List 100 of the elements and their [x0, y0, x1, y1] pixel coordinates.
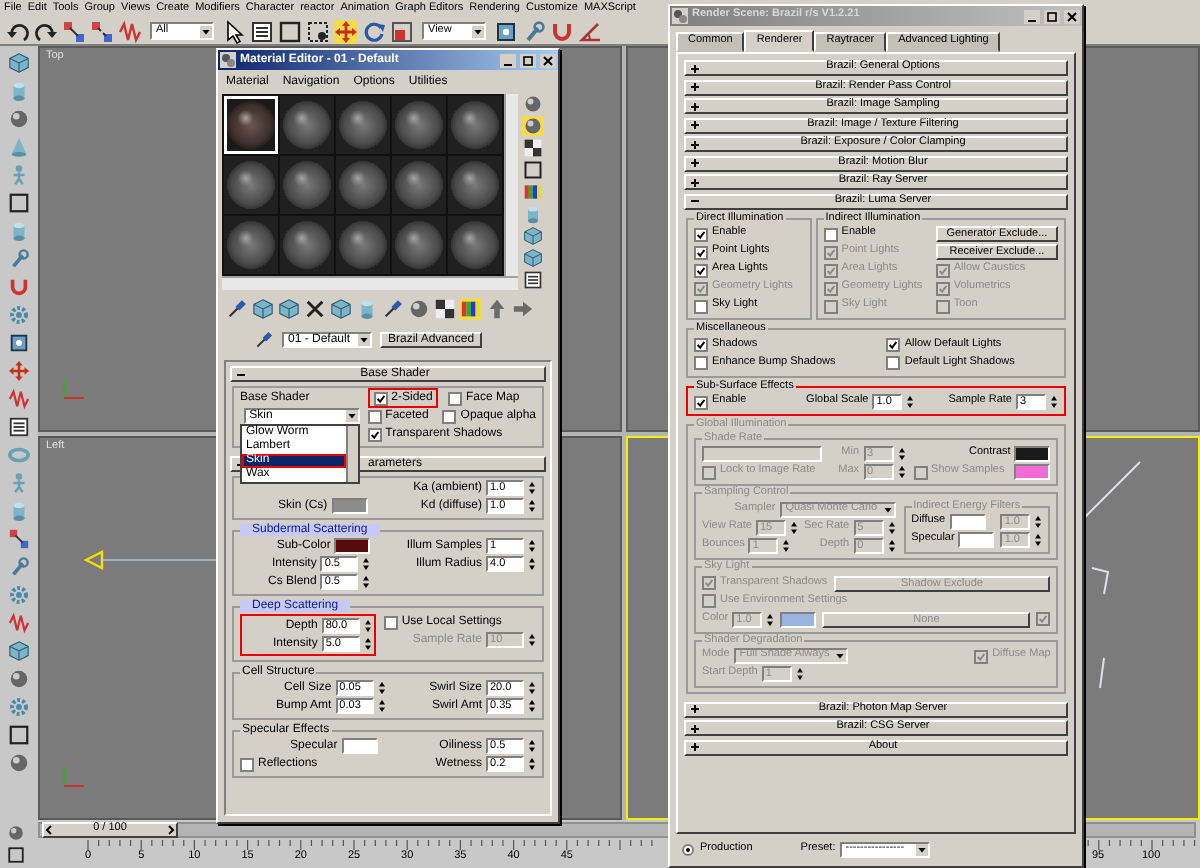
magnet-icon[interactable] [8, 276, 30, 298]
minimize-button[interactable] [1024, 9, 1040, 23]
spinner-arrows-icon[interactable] [1049, 394, 1058, 410]
cube-icon[interactable] [252, 298, 274, 320]
redo-icon[interactable] [34, 19, 58, 43]
caret-icon[interactable] [915, 844, 928, 856]
chevron-left-icon[interactable] [44, 824, 54, 836]
undo-icon[interactable] [6, 19, 30, 43]
spinner-arrows-icon[interactable] [528, 680, 536, 696]
color-bars-icon[interactable] [460, 298, 482, 320]
spinner-arrows-icon[interactable] [528, 738, 537, 754]
rectangle-icon[interactable] [8, 724, 30, 746]
spinner-arrows-icon[interactable] [528, 480, 536, 496]
cube-icon[interactable] [8, 640, 30, 662]
rectangle-icon[interactable] [6, 846, 26, 864]
squares-icon[interactable] [390, 19, 414, 43]
rectangle-icon[interactable] [278, 19, 302, 43]
rectangle-icon[interactable] [8, 192, 30, 214]
cross-icon[interactable] [304, 298, 326, 320]
dot-square-icon[interactable] [494, 19, 518, 43]
spinner-arrows-icon[interactable] [528, 756, 537, 772]
zigzag-icon[interactable] [118, 19, 142, 43]
caret-icon[interactable] [345, 410, 358, 422]
plus-icon[interactable] [690, 63, 700, 73]
spinner-arrows-icon[interactable] [528, 556, 537, 572]
spinner-arrows-icon[interactable] [363, 618, 372, 634]
close-button[interactable] [1064, 9, 1080, 23]
wrench-icon[interactable] [8, 248, 30, 270]
maximize-button[interactable] [1044, 9, 1060, 23]
spinner-arrows-icon[interactable] [377, 680, 386, 696]
rotate-icon[interactable] [362, 19, 386, 43]
cylinder-icon[interactable] [522, 204, 544, 224]
spinner-arrows-icon[interactable] [528, 698, 536, 714]
spinner-arrows-icon[interactable] [906, 394, 915, 410]
spinner-arrows-icon[interactable] [528, 632, 537, 648]
color-bars-icon[interactable] [522, 182, 544, 202]
plus-icon[interactable] [690, 139, 700, 149]
color-swatch[interactable] [341, 738, 378, 754]
checker-icon[interactable] [434, 298, 456, 320]
plus-icon[interactable] [690, 177, 700, 187]
eyedropper-icon[interactable] [226, 298, 248, 320]
list-icon[interactable] [8, 416, 30, 438]
eyedropper-icon[interactable] [254, 330, 274, 350]
zigzag-icon[interactable] [8, 612, 30, 634]
close-button[interactable] [540, 53, 556, 67]
color-swatch[interactable] [334, 538, 371, 554]
cube-icon[interactable] [330, 298, 352, 320]
link-icon[interactable] [62, 19, 86, 43]
sphere-icon[interactable] [6, 824, 26, 842]
arrow-right-icon[interactable] [512, 298, 534, 320]
sphere-icon[interactable] [8, 668, 30, 690]
chevron-right-icon[interactable] [165, 824, 176, 836]
sphere-icon[interactable] [8, 752, 30, 774]
link-icon[interactable] [8, 528, 30, 550]
plus-icon[interactable] [690, 101, 700, 111]
eyedropper-icon[interactable] [382, 298, 404, 320]
dot-square-icon[interactable] [8, 332, 30, 354]
cursor-icon[interactable] [222, 19, 246, 43]
sphere-icon[interactable] [522, 116, 544, 136]
spinner-arrows-icon[interactable] [528, 498, 536, 514]
cube-icon[interactable] [522, 226, 544, 246]
spinner-arrows-icon[interactable] [528, 538, 537, 554]
material-slot[interactable] [224, 96, 278, 154]
cylinder-icon[interactable] [8, 80, 30, 102]
arrow-up-icon[interactable] [486, 298, 508, 320]
unlink-icon[interactable] [90, 19, 114, 43]
sphere-icon[interactable] [8, 108, 30, 130]
sphere-icon[interactable] [408, 298, 430, 320]
spinner-arrows-icon[interactable] [363, 636, 372, 652]
color-swatch[interactable] [331, 498, 368, 514]
plus-icon[interactable] [690, 742, 700, 752]
cube-icon[interactable] [8, 52, 30, 74]
checker-icon[interactable] [522, 138, 544, 158]
plus-icon[interactable] [690, 704, 700, 714]
spinner-arrows-icon[interactable] [362, 556, 371, 572]
cube-icon[interactable] [522, 248, 544, 268]
move-icon[interactable] [334, 19, 358, 43]
plus-icon[interactable] [690, 158, 700, 168]
magnet-icon[interactable] [550, 19, 574, 43]
plus-icon[interactable] [690, 723, 700, 733]
plus-icon[interactable] [690, 120, 700, 130]
list-icon[interactable] [250, 19, 274, 43]
cube-icon[interactable] [278, 298, 300, 320]
plus-icon[interactable] [690, 82, 700, 92]
caret-icon[interactable] [472, 25, 484, 37]
list-icon[interactable] [522, 270, 544, 290]
rectangle-icon[interactable] [522, 160, 544, 180]
minimize-button[interactable] [500, 53, 516, 67]
spinner-arrows-icon[interactable] [362, 574, 371, 590]
dotted-rectangle-icon[interactable] [306, 19, 330, 43]
sphere-icon[interactable] [522, 94, 544, 114]
spinner-arrows-icon[interactable] [377, 698, 386, 714]
horizontal-scrollbar[interactable] [222, 276, 518, 290]
maximize-button[interactable] [520, 53, 536, 67]
wrench-icon[interactable] [8, 556, 30, 578]
list-scrollbar[interactable] [345, 426, 358, 482]
caret-icon[interactable] [358, 334, 370, 346]
caret-icon[interactable] [200, 25, 212, 37]
vertical-scrollbar[interactable] [504, 94, 518, 276]
angle-icon[interactable] [578, 19, 602, 43]
